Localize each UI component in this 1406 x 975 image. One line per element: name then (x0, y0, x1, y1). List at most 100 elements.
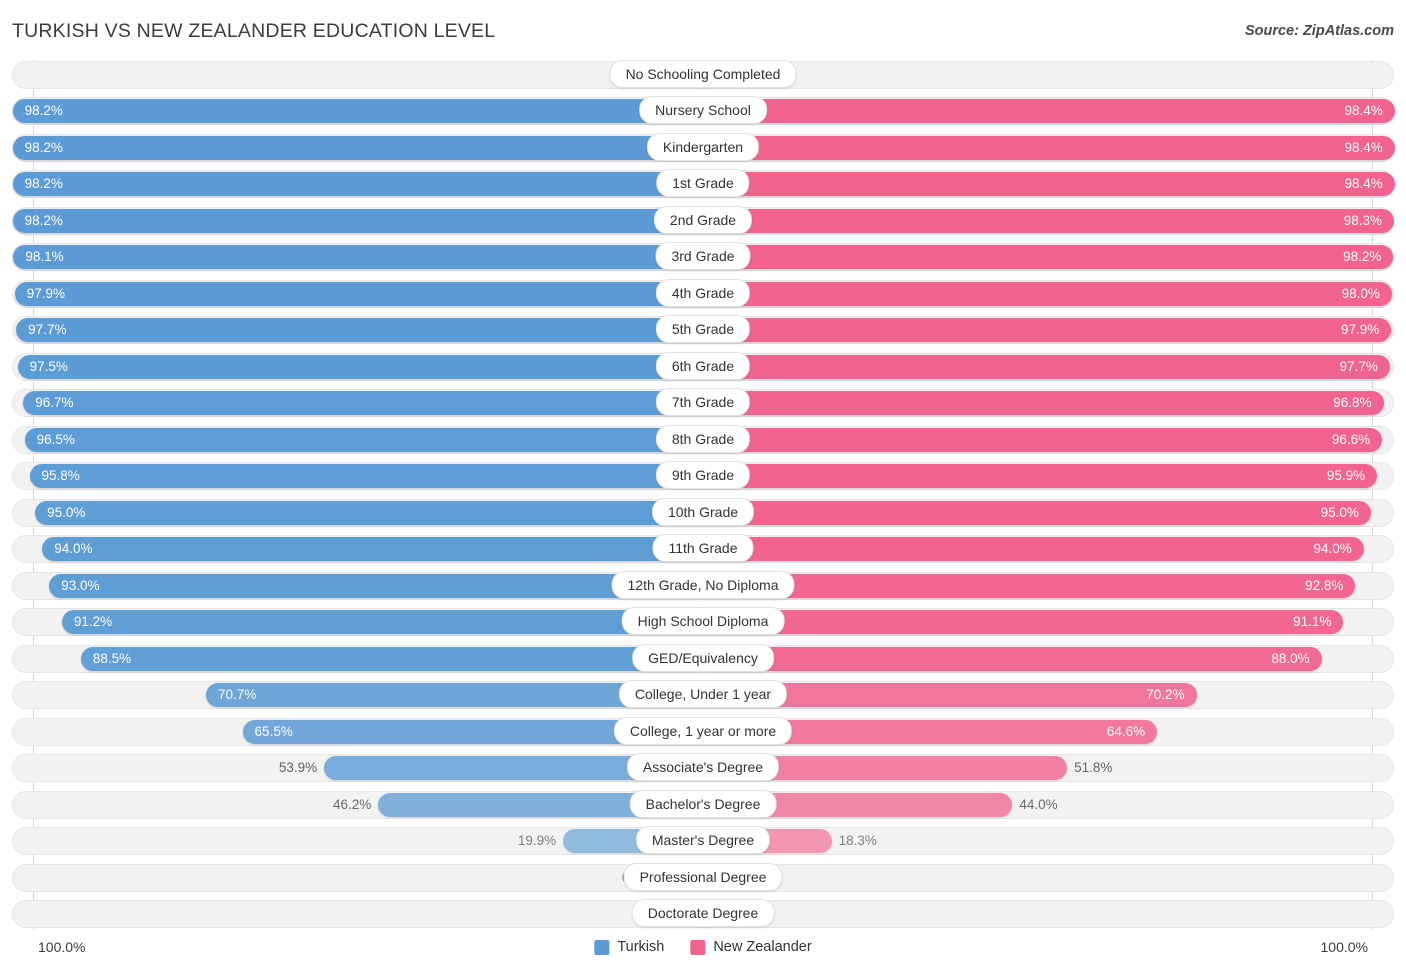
bar-value-turkish: 98.1% (25, 249, 64, 265)
category-label: 8th Grade (655, 424, 751, 453)
bar-value-turkish: 91.2% (73, 614, 113, 630)
legend-label: New Zealander (713, 938, 812, 955)
chart-rows: 1.8%1.7%No Schooling Completed 98.2% 98.4%… (0, 60, 1406, 936)
bar-wrap-turkish: 93.0% (0, 573, 703, 598)
bar-new-zealander[interactable]: 95.0% (703, 500, 1371, 525)
bar-turkish[interactable]: 94.0% (42, 537, 703, 562)
bar-value-new-zealander: 98.4% (1344, 103, 1383, 119)
category-label: Professional Degree (623, 862, 783, 891)
bar-value-turkish: 93.0% (61, 577, 100, 593)
bar-new-zealander[interactable]: 96.6% (703, 427, 1383, 452)
bar-wrap-turkish: 95.8% (0, 464, 703, 489)
bar-value-new-zealander: 70.2% (1146, 687, 1185, 703)
bar-value-turkish: 96.5% (36, 431, 75, 447)
bar-new-zealander[interactable]: 94.0% (703, 537, 1364, 562)
bar-value-turkish: 98.2% (24, 139, 63, 155)
bar-wrap-new-zealander: 98.3% (703, 208, 1406, 233)
chart-row: 97.9% 98.0% 4th Grade (0, 278, 1406, 309)
bar-new-zealander[interactable]: 98.3% (703, 208, 1395, 233)
legend-swatch-icon (690, 939, 706, 955)
category-label: 1st Grade (656, 169, 750, 198)
bar-value-new-zealander: 98.4% (1344, 139, 1383, 155)
bar-turkish[interactable]: 96.5% (24, 427, 703, 452)
bar-new-zealander[interactable]: 92.8% (703, 573, 1356, 598)
bar-wrap-turkish: 91.2% (0, 610, 703, 635)
category-label: GED/Equivalency (632, 643, 774, 672)
category-label: 4th Grade (655, 278, 751, 307)
bar-wrap-new-zealander: 91.1% (703, 610, 1406, 635)
bar-wrap-turkish: 65.5% (0, 719, 703, 744)
bar-new-zealander[interactable]: 98.0% (703, 281, 1392, 306)
bar-new-zealander[interactable]: 95.9% (703, 464, 1378, 489)
bar-wrap-new-zealander: 88.0% (703, 646, 1406, 671)
bar-wrap-new-zealander: 96.6% (703, 427, 1406, 452)
bar-value-new-zealander: 88.0% (1271, 650, 1310, 666)
bar-turkish[interactable]: 88.5% (80, 646, 703, 671)
bar-value-new-zealander: 64.6% (1106, 723, 1146, 739)
chart-row: 1.8%1.7%No Schooling Completed (0, 60, 1406, 90)
bar-turkish[interactable]: 96.7% (23, 391, 703, 416)
chart-row: 96.7% 96.8% 7th Grade (0, 388, 1406, 418)
bar-turkish[interactable]: 91.2% (61, 610, 703, 635)
bar-wrap-turkish: 98.1% (0, 245, 703, 270)
bar-value-turkish: 97.7% (28, 322, 67, 338)
bar-turkish[interactable]: 98.2% (12, 172, 703, 197)
source-attribution: Source: ZipAtlas.com (1244, 23, 1394, 39)
bar-turkish[interactable]: 95.8% (29, 464, 703, 489)
bar-new-zealander[interactable]: 97.7% (703, 354, 1390, 379)
bar-turkish[interactable]: 97.7% (16, 318, 703, 343)
bar-new-zealander[interactable]: 96.8% (703, 391, 1384, 416)
bar-turkish[interactable]: 98.2% (12, 135, 703, 160)
bar-value-new-zealander: 97.9% (1340, 322, 1380, 338)
bar-value-turkish: 19.9% (517, 833, 557, 849)
bar-wrap-new-zealander: 51.8% (703, 756, 1406, 781)
chart-row: 6.2%6.0%Professional Degree (0, 862, 1406, 893)
axis-max-right: 100.0% (1320, 939, 1368, 955)
bar-value-new-zealander: 44.0% (1019, 796, 1058, 812)
bar-turkish[interactable]: 98.2% (12, 99, 703, 124)
bar-wrap-new-zealander: 95.0% (703, 500, 1406, 525)
bar-wrap-turkish: 53.9% (0, 756, 703, 781)
bar-wrap-new-zealander: 97.9% (703, 318, 1406, 343)
bar-value-new-zealander: 51.8% (1074, 760, 1113, 776)
bar-wrap-turkish: 95.0% (0, 500, 703, 525)
bar-wrap-new-zealander: 6.0% (703, 865, 1406, 890)
legend-item[interactable]: New Zealander (690, 938, 812, 955)
category-label: High School Diploma (621, 607, 785, 636)
bar-wrap-turkish: 70.7% (0, 683, 703, 708)
bar-value-turkish: 88.5% (92, 650, 132, 666)
bar-new-zealander[interactable]: 91.1% (703, 610, 1344, 635)
bar-turkish[interactable]: 98.2% (12, 208, 703, 233)
category-label: Doctorate Degree (631, 899, 775, 928)
bar-wrap-turkish: 97.9% (0, 281, 703, 306)
bar-new-zealander[interactable]: 98.4% (703, 172, 1395, 197)
bar-wrap-turkish: 98.2% (0, 208, 703, 233)
bar-new-zealander[interactable]: 98.2% (703, 245, 1394, 270)
chart-footer: 100.0% 100.0% Turkish New Zealander (0, 935, 1406, 959)
bar-turkish[interactable]: 97.5% (17, 354, 703, 379)
bar-turkish[interactable]: 93.0% (49, 573, 703, 598)
bar-new-zealander[interactable]: 97.9% (703, 318, 1392, 343)
bar-value-new-zealander: 98.0% (1341, 285, 1380, 301)
bar-value-new-zealander: 96.6% (1331, 431, 1371, 447)
bar-turkish[interactable]: 98.1% (13, 245, 703, 270)
category-label: College, Under 1 year (618, 680, 788, 709)
bar-wrap-new-zealander: 94.0% (703, 537, 1406, 562)
bar-value-turkish: 95.0% (47, 504, 86, 520)
bar-turkish[interactable]: 95.0% (35, 500, 703, 525)
chart-row: 94.0% 94.0% 11th Grade (0, 534, 1406, 564)
bar-value-new-zealander: 92.8% (1305, 577, 1344, 593)
bar-turkish[interactable]: 97.9% (14, 281, 703, 306)
category-label: 7th Grade (655, 388, 751, 417)
bar-new-zealander[interactable]: 88.0% (703, 646, 1322, 671)
axis-max-left: 100.0% (38, 939, 86, 955)
bar-new-zealander[interactable]: 98.4% (703, 135, 1395, 160)
bar-value-turkish: 97.5% (29, 358, 68, 374)
bar-wrap-new-zealander: 96.8% (703, 391, 1406, 416)
bar-value-turkish: 97.9% (26, 285, 66, 301)
bar-wrap-new-zealander: 98.2% (703, 245, 1406, 270)
bar-wrap-turkish: 96.5% (0, 427, 703, 452)
chart-row: 98.2% 98.3% 2nd Grade (0, 205, 1406, 236)
legend-item[interactable]: Turkish (594, 939, 664, 955)
bar-new-zealander[interactable]: 98.4% (703, 99, 1395, 124)
